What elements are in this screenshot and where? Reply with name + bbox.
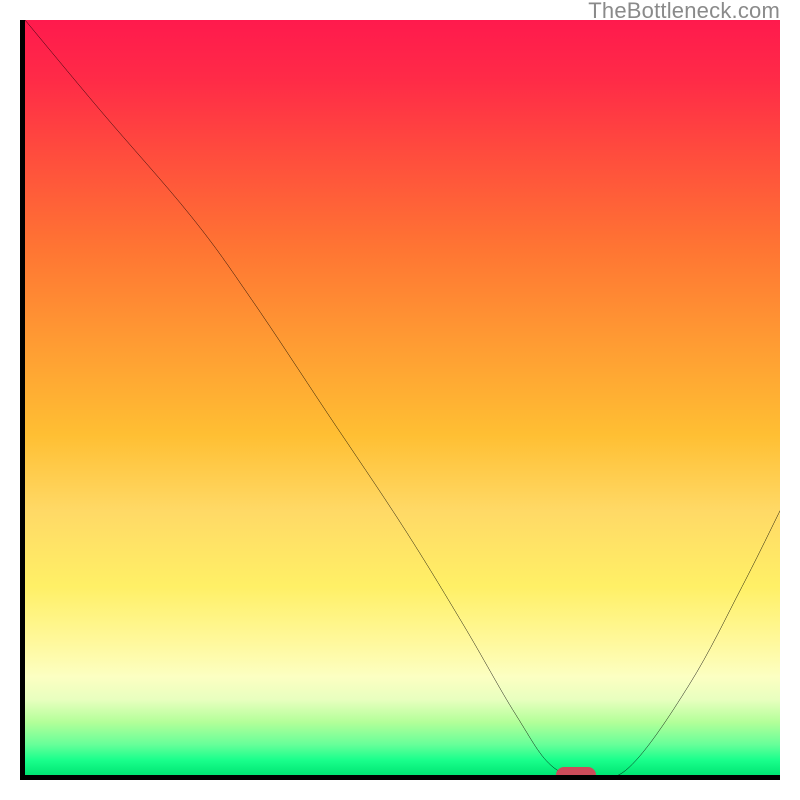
bottleneck-curve: [25, 20, 780, 775]
optimal-marker: [556, 767, 596, 780]
chart-container: TheBottleneck.com: [0, 0, 800, 800]
plot-area: [20, 20, 780, 780]
